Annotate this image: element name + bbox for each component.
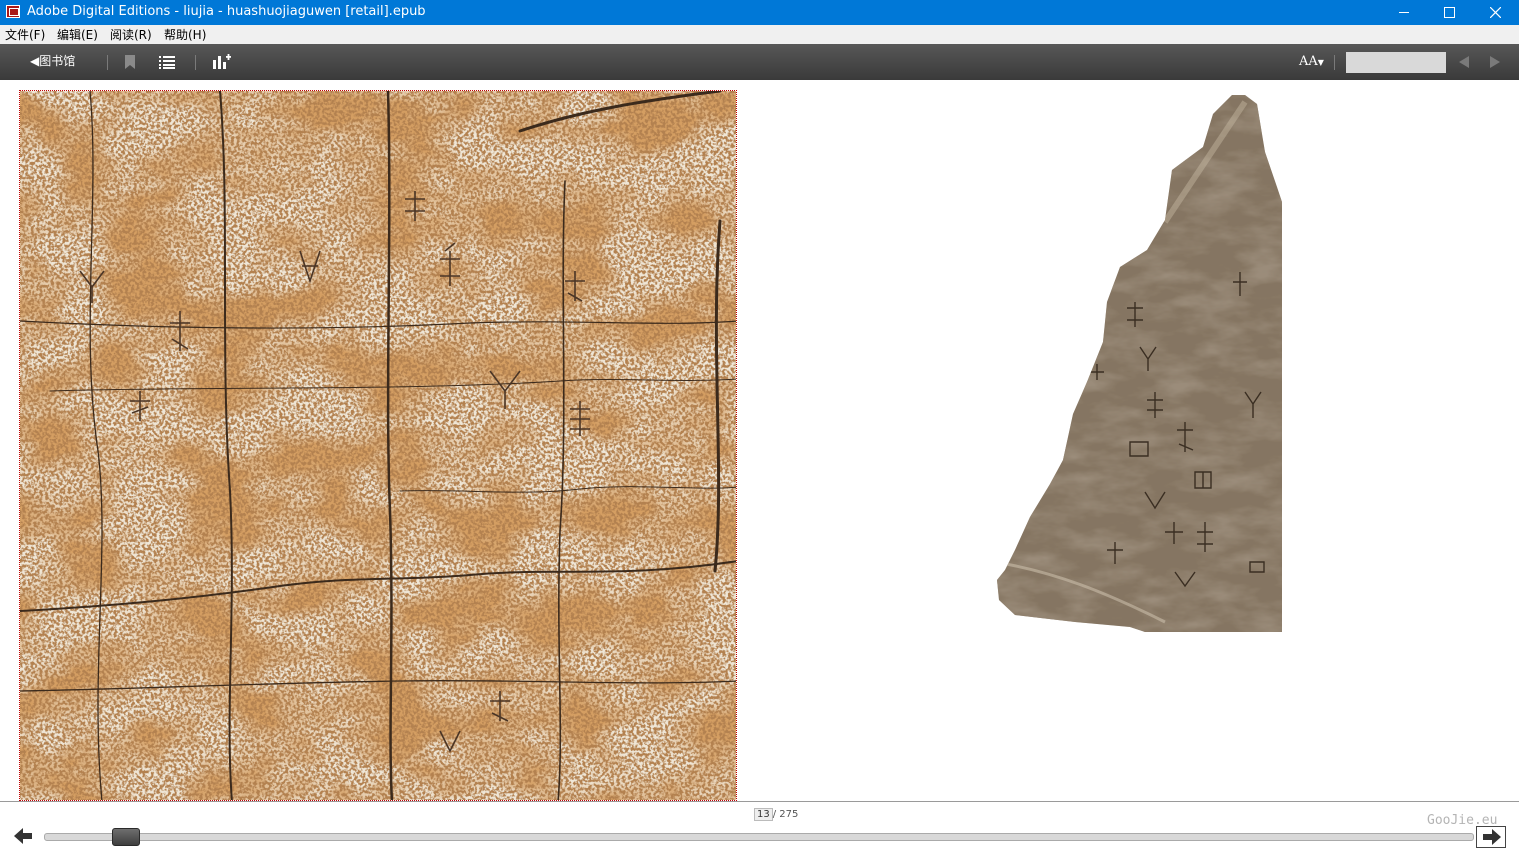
menu-bar: 文件(F) 编辑(E) 阅读(R) 帮助(H) [0, 25, 1519, 45]
chevron-down-icon: ▼ [1317, 58, 1324, 67]
close-icon [1489, 7, 1501, 18]
contents-list-icon[interactable] [159, 56, 175, 69]
page-slider-track[interactable] [44, 833, 1474, 841]
font-size-label: AA [1299, 54, 1318, 69]
close-button[interactable] [1472, 0, 1518, 25]
oracle-bone-fragment-photo [997, 95, 1282, 632]
menu-edit[interactable]: 编辑(E) [57, 28, 98, 42]
toolbar-divider [107, 55, 108, 70]
toolbar-divider [195, 55, 196, 70]
maximize-button[interactable] [1426, 0, 1472, 25]
bookmark-icon[interactable] [125, 55, 135, 69]
toolbar-divider [1334, 55, 1335, 70]
font-size-icon[interactable]: AA▼ [1299, 54, 1324, 71]
minimize-icon [1398, 12, 1409, 13]
window-title: Adobe Digital Editions - liujia - huashu… [27, 4, 426, 19]
window-titlebar: Adobe Digital Editions - liujia - huashu… [0, 0, 1519, 25]
menu-read[interactable]: 阅读(R) [110, 28, 152, 42]
menu-help[interactable]: 帮助(H) [164, 28, 206, 42]
navigation-bar: 13/ 275 GooJie.eu [0, 801, 1519, 850]
prev-result-icon[interactable] [1459, 56, 1469, 68]
page-number-indicator: 13/ 275 [754, 808, 798, 821]
reading-stats-icon[interactable] [213, 54, 231, 69]
minimize-button[interactable] [1381, 0, 1427, 25]
oracle-bone-shell-photo [20, 91, 736, 800]
prev-page-icon[interactable] [14, 828, 34, 844]
reading-area [0, 80, 1519, 801]
menu-file[interactable]: 文件(F) [5, 28, 45, 42]
app-icon [6, 5, 20, 18]
next-page-button[interactable] [1476, 826, 1506, 848]
current-page-field[interactable]: 13 [754, 808, 773, 821]
page-image-left [19, 90, 737, 801]
search-input[interactable] [1346, 52, 1446, 73]
maximize-icon [1443, 7, 1455, 18]
next-result-icon[interactable] [1490, 56, 1500, 68]
library-button[interactable]: ◀图书馆 [30, 54, 75, 69]
total-pages: / 275 [772, 809, 799, 820]
next-page-icon [1483, 829, 1501, 845]
reader-toolbar: ◀图书馆 AA▼ [0, 44, 1519, 80]
page-slider-thumb[interactable] [112, 828, 140, 846]
